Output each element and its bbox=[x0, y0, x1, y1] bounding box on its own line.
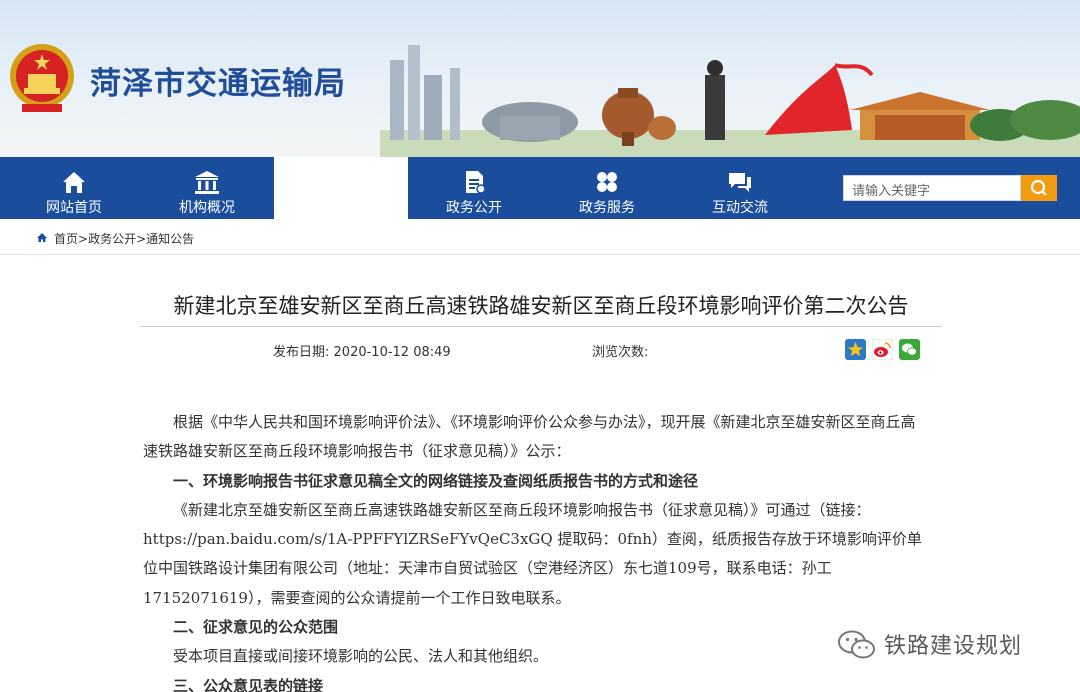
article-title: 新建北京至雄安新区至商丘高速铁路雄安新区至商丘段环境影响评价第二次公告 bbox=[173, 294, 909, 318]
city-skyline-illustration bbox=[380, 45, 1080, 157]
nav-item-home[interactable]: 网站首页 bbox=[8, 157, 140, 219]
header-banner: 菏泽市交通运输局 bbox=[0, 0, 1080, 157]
search-icon bbox=[1030, 179, 1047, 196]
article-section-heading: 三、公众意见表的链接 bbox=[173, 676, 324, 692]
share-wechat-button[interactable] bbox=[899, 339, 920, 360]
watermark-text: 铁路建设规划 bbox=[884, 634, 1023, 659]
article-section-heading: 一、环境影响报告书征求意见稿全文的网络链接及查阅纸质报告书的方式和途径 bbox=[173, 471, 699, 490]
nav-item-label: 互动交流 bbox=[712, 200, 768, 216]
nav-item-label: 机构概况 bbox=[179, 200, 235, 216]
service-icon bbox=[597, 172, 617, 192]
nav-item-gov-affairs[interactable]: 政务公开 bbox=[408, 157, 540, 219]
wechat-icon bbox=[899, 339, 920, 360]
publish-date: 2020-10-12 08:49 bbox=[333, 345, 451, 360]
wechat-logo-icon bbox=[838, 630, 875, 659]
search-button[interactable] bbox=[1021, 175, 1057, 201]
nav-spacer bbox=[274, 157, 408, 219]
institution-icon bbox=[195, 171, 219, 194]
breadcrumb-notice[interactable]: 通知公告 bbox=[146, 232, 194, 246]
home-icon bbox=[63, 172, 85, 193]
views-label: 浏览次数: bbox=[592, 345, 649, 360]
breadcrumb-separator: > bbox=[78, 232, 89, 246]
nav-item-label: 政务公开 bbox=[446, 200, 502, 216]
nav-item-interaction[interactable]: 互动交流 bbox=[674, 157, 806, 219]
article-paragraph: 受本项目直接或间接环境影响的公民、法人和其他组织。 bbox=[173, 647, 549, 666]
qzone-star-icon bbox=[845, 339, 866, 360]
publish-label: 发布日期: bbox=[273, 345, 330, 360]
article-section-heading: 二、征求意见的公众范围 bbox=[173, 618, 339, 637]
article-body: 根据《中华人民共和国环境影响评价法》、《环境影响评价公众参与办法》，现开展《新建… bbox=[143, 408, 923, 692]
search-input[interactable]: 请输入关键字 bbox=[843, 175, 1021, 201]
weibo-icon bbox=[871, 338, 894, 361]
title-divider bbox=[140, 326, 942, 327]
breadcrumb-home[interactable]: 首页 bbox=[54, 232, 78, 246]
document-icon bbox=[466, 171, 486, 194]
breadcrumb: 首页>政务公开>通知公告 bbox=[0, 219, 1080, 255]
article-paragraph: 《新建北京至雄安新区至商丘高速铁路雄安新区至商丘段环境影响报告书（征求意见稿）》… bbox=[143, 500, 922, 607]
chat-icon bbox=[729, 173, 751, 192]
nav-item-label: 网站首页 bbox=[46, 200, 102, 216]
national-emblem-icon bbox=[10, 44, 74, 112]
share-weibo-button[interactable] bbox=[871, 338, 894, 361]
article-paragraph: 根据《中华人民共和国环境影响评价法》、《环境影响评价公众参与办法》，现开展《新建… bbox=[143, 413, 916, 461]
home-icon bbox=[37, 233, 47, 242]
site-title: 菏泽市交通运输局 bbox=[90, 66, 346, 102]
share-qzone-button[interactable] bbox=[845, 339, 866, 360]
nav-item-label: 政务服务 bbox=[579, 200, 635, 216]
breadcrumb-separator: > bbox=[136, 232, 147, 246]
nav-item-gov-services[interactable]: 政务服务 bbox=[541, 157, 673, 219]
breadcrumb-gov-affairs[interactable]: 政务公开 bbox=[88, 232, 136, 246]
publish-info: 发布日期: 2020-10-12 08:49 bbox=[273, 341, 451, 360]
nav-item-institution[interactable]: 机构概况 bbox=[141, 157, 273, 219]
